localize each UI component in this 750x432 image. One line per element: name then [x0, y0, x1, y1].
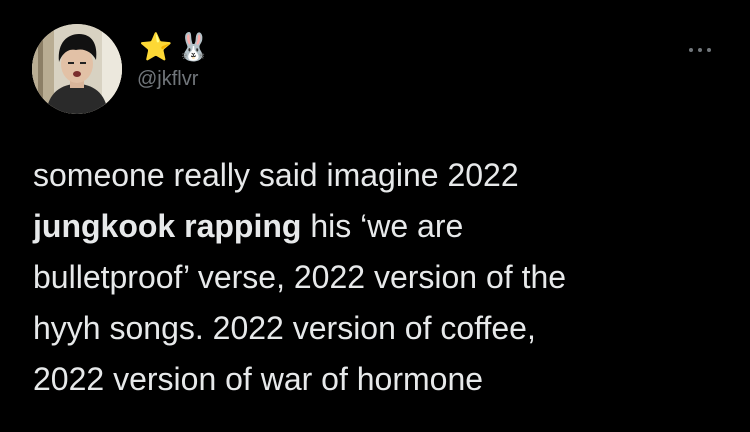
tweet-line: 2022 version of war of hormone [33, 361, 484, 397]
more-horizontal-icon [689, 48, 693, 52]
tweet-line: jungkook rapping his ‘we are [33, 201, 723, 252]
tweet-line: bulletproof’ verse, 2022 version of the [33, 259, 567, 295]
more-options-button[interactable] [682, 40, 718, 60]
bold-phrase: jungkook rapping [33, 208, 302, 244]
more-dot [707, 48, 711, 52]
username-handle[interactable]: @jkflvr [137, 66, 198, 92]
tweet-line: hyyh songs. 2022 version of coffee, [33, 310, 536, 346]
tweet-line-rest: his ‘we are [301, 208, 464, 244]
star-emoji: ⭐ [139, 32, 173, 62]
tweet-card: ⭐ 🐰 @jkflvr someone really said imagine … [0, 0, 750, 432]
rabbit-emoji: 🐰 [176, 32, 211, 62]
avatar[interactable] [32, 24, 122, 114]
tweet-line: someone really said imagine 2022 [33, 157, 519, 193]
profile-photo-icon [32, 24, 122, 114]
more-dot [698, 48, 702, 52]
tweet-text: someone really said imagine 2022 jungkoo… [33, 150, 723, 405]
display-name[interactable]: ⭐ 🐰 [139, 32, 210, 62]
